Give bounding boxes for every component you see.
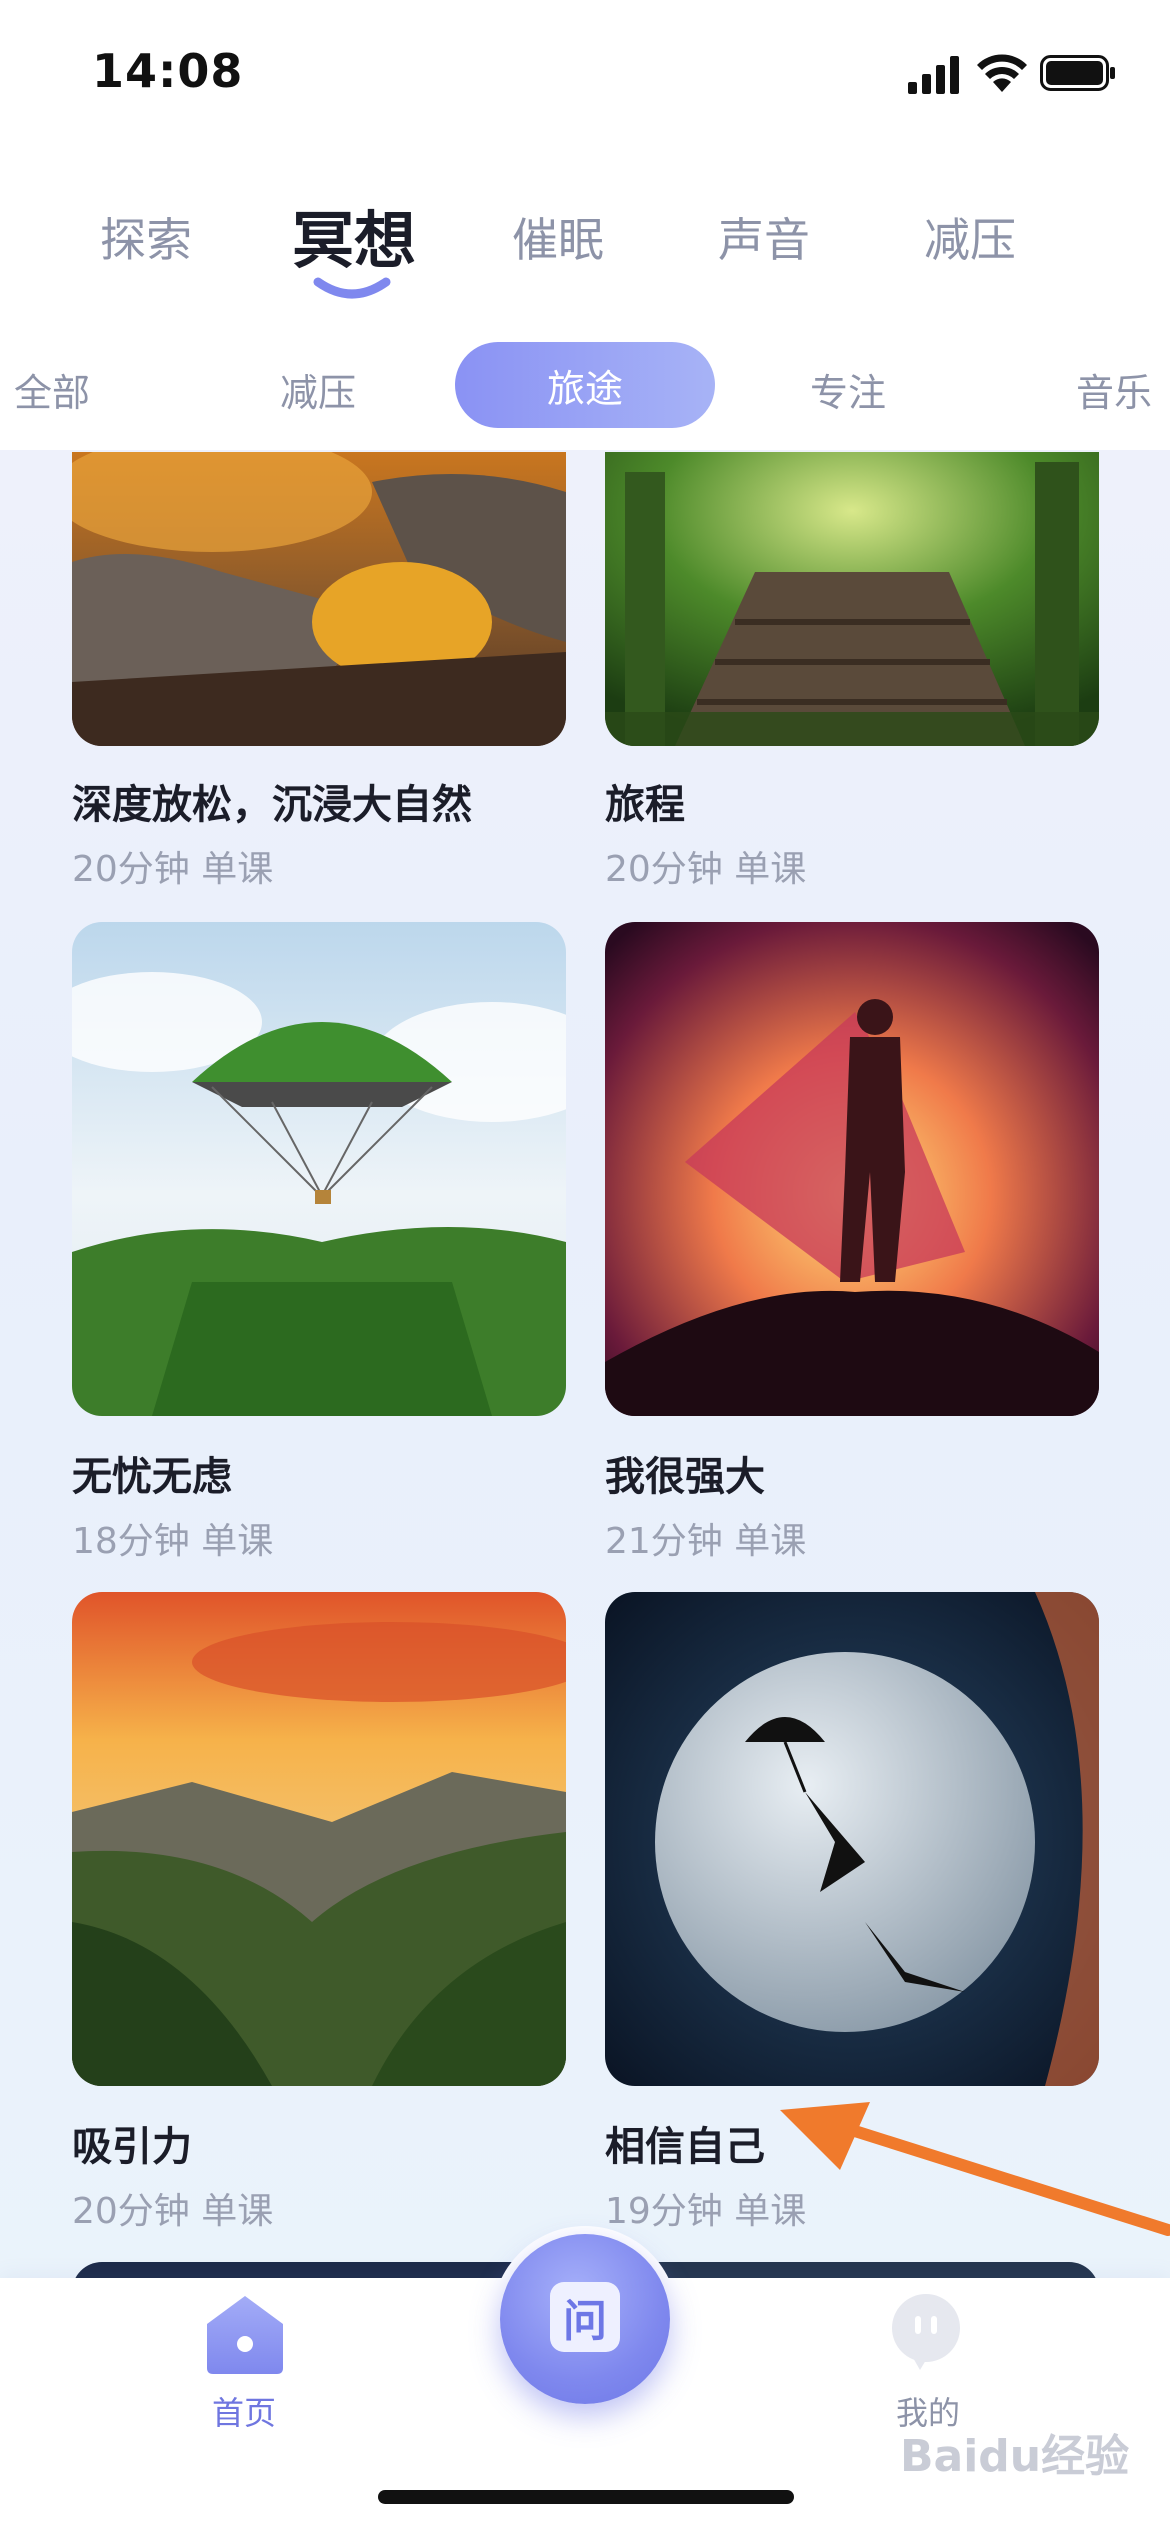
active-tab-indicator bbox=[313, 277, 391, 299]
course-card[interactable]: 无忧无虑 18分钟 单课 bbox=[72, 922, 566, 1562]
battery-icon bbox=[1040, 55, 1115, 91]
course-title: 我很强大 bbox=[605, 1454, 765, 1500]
mountain-valley-sunset-image bbox=[72, 1592, 566, 2086]
course-meta: 21分钟 单课 bbox=[605, 1521, 807, 1562]
main-category-tabs: 探索 冥想 催眠 声音 减压 bbox=[0, 190, 1170, 310]
tab-sound[interactable]: 声音 bbox=[718, 204, 810, 270]
tab-stress-relief[interactable]: 减压 bbox=[924, 204, 1016, 270]
course-meta: 20分钟 单课 bbox=[605, 849, 807, 890]
sub-category-tabs: 全部 减压 旅途 专注 音乐 bbox=[0, 342, 1170, 428]
subtab-all[interactable]: 全部 bbox=[14, 362, 90, 417]
course-title: 旅程 bbox=[605, 782, 685, 828]
course-meta: 18分钟 单课 bbox=[72, 1521, 274, 1562]
tab-explore[interactable]: 探索 bbox=[100, 204, 192, 270]
course-card[interactable]: 深度放松，沉浸大自然 20分钟 单课 bbox=[72, 452, 566, 892]
course-thumbnail bbox=[72, 1592, 566, 2086]
subtab-stress-relief[interactable]: 减压 bbox=[280, 362, 356, 417]
course-meta: 20分钟 单课 bbox=[72, 2191, 274, 2232]
course-card[interactable]: 我很强大 21分钟 单课 bbox=[605, 922, 1099, 1562]
cellular-signal-icon bbox=[908, 56, 959, 94]
course-title: 无忧无虑 bbox=[72, 1454, 232, 1500]
course-card[interactable]: 吸引力 20分钟 单课 bbox=[72, 1592, 566, 2232]
caped-hero-silhouette-image bbox=[605, 922, 1099, 1416]
tab-hypnosis[interactable]: 催眠 bbox=[512, 204, 604, 270]
annotation-arrow-icon bbox=[780, 2102, 1170, 2236]
subtab-music[interactable]: 音乐 bbox=[1076, 362, 1152, 417]
course-thumbnail bbox=[605, 1592, 1099, 2086]
course-thumbnail bbox=[605, 922, 1099, 1416]
moon-umbrella-figures-image bbox=[605, 1592, 1099, 2086]
course-title: 深度放松，沉浸大自然 bbox=[72, 782, 472, 828]
nav-home-label: 首页 bbox=[212, 2394, 277, 2432]
status-time: 14:08 bbox=[92, 44, 244, 98]
profile-bubble-icon bbox=[892, 2294, 960, 2370]
forest-boardwalk-image bbox=[605, 452, 1099, 746]
watermark: Baidu经验 bbox=[900, 2431, 1130, 2482]
subtab-journey[interactable]: 旅途 bbox=[455, 342, 715, 428]
ask-icon: 问 bbox=[550, 2282, 620, 2352]
course-meta: 20分钟 单课 bbox=[72, 849, 274, 890]
home-icon bbox=[207, 2296, 283, 2374]
course-title: 相信自己 bbox=[605, 2124, 765, 2170]
wifi-icon bbox=[977, 54, 1027, 92]
subtab-focus[interactable]: 专注 bbox=[810, 362, 886, 417]
home-indicator bbox=[378, 2490, 794, 2504]
status-bar: 14:08 bbox=[0, 0, 1170, 140]
floating-forest-balloon-image bbox=[72, 922, 566, 1416]
course-thumbnail bbox=[72, 922, 566, 1416]
course-thumbnail bbox=[605, 452, 1099, 746]
course-card[interactable]: 旅程 20分钟 单课 bbox=[605, 452, 1099, 892]
tab-meditation[interactable]: 冥想 bbox=[292, 190, 416, 280]
nav-me-button[interactable] bbox=[890, 2292, 962, 2370]
course-title: 吸引力 bbox=[72, 2124, 192, 2170]
ask-button[interactable]: 问 bbox=[500, 2234, 670, 2404]
autumn-rocks-image bbox=[72, 452, 566, 746]
course-thumbnail bbox=[72, 452, 566, 746]
